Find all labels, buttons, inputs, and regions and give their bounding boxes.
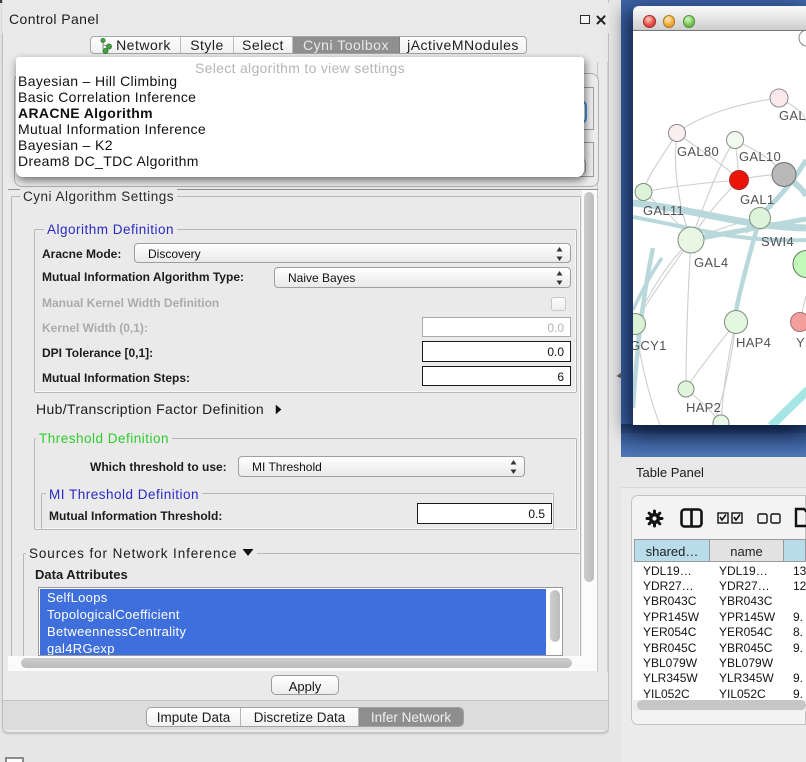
svg-text:HAP2: HAP2 — [686, 400, 721, 415]
svg-text:Y: Y — [796, 335, 805, 350]
svg-text:SWI4: SWI4 — [761, 234, 794, 249]
svg-text:GAL2: GAL2 — [779, 108, 806, 123]
svg-text:GAL80: GAL80 — [677, 144, 719, 159]
svg-text:GAL11: GAL11 — [643, 203, 684, 218]
svg-text:GAL4: GAL4 — [694, 255, 728, 270]
svg-text:HAP4: HAP4 — [736, 335, 771, 350]
svg-text:GAL10: GAL10 — [739, 149, 781, 164]
svg-text:GAL1: GAL1 — [740, 192, 774, 207]
svg-text:GCY1: GCY1 — [633, 338, 667, 353]
